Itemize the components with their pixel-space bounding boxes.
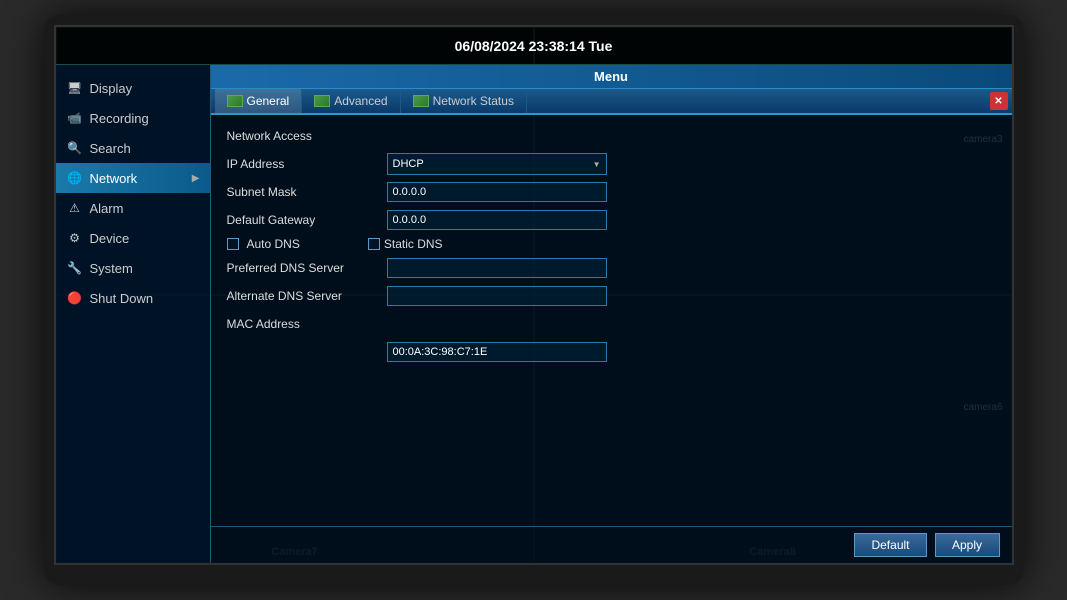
subnet-mask-label: Subnet Mask bbox=[227, 185, 387, 199]
menu-title: Menu bbox=[211, 65, 1012, 89]
tabs: General Advanced Network Status ✕ bbox=[211, 89, 1012, 115]
sidebar-label-search: Search bbox=[90, 141, 131, 156]
preferred-dns-row: Preferred DNS Server bbox=[227, 257, 996, 279]
static-dns-container: Static DNS bbox=[368, 237, 443, 251]
sidebar-label-display: Display bbox=[90, 81, 133, 96]
network-status-tab-label: Network Status bbox=[433, 94, 514, 108]
subnet-mask-input[interactable] bbox=[387, 182, 607, 202]
network-access-row: Network Access bbox=[227, 125, 996, 147]
tab-general[interactable]: General bbox=[215, 89, 303, 113]
alternate-dns-label: Alternate DNS Server bbox=[227, 289, 387, 303]
device-icon: ⚙ bbox=[66, 229, 84, 247]
form-area: Network Access IP Address DHCP ▼ bbox=[211, 115, 1012, 526]
ip-address-value: DHCP bbox=[393, 158, 424, 170]
default-button[interactable]: Default bbox=[854, 533, 926, 557]
tab-advanced[interactable]: Advanced bbox=[302, 89, 400, 113]
sidebar-item-alarm[interactable]: ⚠ Alarm bbox=[56, 193, 210, 223]
top-bar: 06/08/2024 23:38:14 Tue bbox=[56, 27, 1012, 65]
dns-row: Auto DNS Static DNS bbox=[227, 237, 996, 251]
general-tab-label: General bbox=[247, 94, 290, 108]
main-area: 🖥 Display 📹 Recording 🔍 Search 🌐 Network bbox=[56, 65, 1012, 563]
recording-icon: 📹 bbox=[66, 109, 84, 127]
search-icon: 🔍 bbox=[66, 139, 84, 157]
network-status-tab-icon bbox=[413, 95, 429, 107]
sidebar-item-recording[interactable]: 📹 Recording bbox=[56, 103, 210, 133]
content-area: Menu General Advanced Net bbox=[211, 65, 1012, 563]
sidebar-label-device: Device bbox=[90, 231, 130, 246]
sidebar-label-network: Network bbox=[90, 171, 138, 186]
display-icon: 🖥 bbox=[66, 79, 84, 97]
sidebar-item-search[interactable]: 🔍 Search bbox=[56, 133, 210, 163]
auto-dns-label: Auto DNS bbox=[247, 237, 300, 251]
monitor: camera3 Camera7 camera6 Camera8 06/08/20… bbox=[44, 15, 1024, 585]
shutdown-icon: 🔴 bbox=[66, 289, 84, 307]
mac-address-value-row bbox=[227, 341, 996, 363]
mac-address-input[interactable] bbox=[387, 342, 607, 362]
sidebar: 🖥 Display 📹 Recording 🔍 Search 🌐 Network bbox=[56, 65, 211, 563]
bottom-bar: Default Apply bbox=[211, 526, 1012, 563]
sidebar-label-system: System bbox=[90, 261, 133, 276]
ip-address-label: IP Address bbox=[227, 157, 387, 171]
datetime: 06/08/2024 23:38:14 Tue bbox=[455, 38, 613, 54]
system-icon: 🔧 bbox=[66, 259, 84, 277]
mac-address-label: MAC Address bbox=[227, 317, 387, 331]
ip-address-row: IP Address DHCP ▼ bbox=[227, 153, 996, 175]
preferred-dns-label: Preferred DNS Server bbox=[227, 261, 387, 275]
ip-address-select[interactable]: DHCP ▼ bbox=[387, 153, 607, 175]
sidebar-item-shutdown[interactable]: 🔴 Shut Down bbox=[56, 283, 210, 313]
network-icon: 🌐 bbox=[66, 169, 84, 187]
close-button[interactable]: ✕ bbox=[990, 92, 1008, 110]
advanced-tab-label: Advanced bbox=[334, 94, 387, 108]
default-gateway-label: Default Gateway bbox=[227, 213, 387, 227]
default-gateway-row: Default Gateway bbox=[227, 209, 996, 231]
static-dns-label: Static DNS bbox=[384, 237, 443, 251]
static-dns-checkbox[interactable] bbox=[368, 238, 380, 250]
sidebar-label-alarm: Alarm bbox=[90, 201, 124, 216]
preferred-dns-input[interactable] bbox=[387, 258, 607, 278]
sidebar-item-display[interactable]: 🖥 Display bbox=[56, 73, 210, 103]
network-access-label: Network Access bbox=[227, 129, 387, 143]
advanced-tab-icon bbox=[314, 95, 330, 107]
alternate-dns-row: Alternate DNS Server bbox=[227, 285, 996, 307]
general-tab-icon bbox=[227, 95, 243, 107]
default-gateway-input[interactable] bbox=[387, 210, 607, 230]
mac-address-row: MAC Address bbox=[227, 313, 996, 335]
sidebar-item-system[interactable]: 🔧 System bbox=[56, 253, 210, 283]
network-arrow-icon: ▶ bbox=[192, 173, 200, 184]
sidebar-item-device[interactable]: ⚙ Device bbox=[56, 223, 210, 253]
sidebar-label-shutdown: Shut Down bbox=[90, 291, 154, 306]
subnet-mask-row: Subnet Mask bbox=[227, 181, 996, 203]
screen: camera3 Camera7 camera6 Camera8 06/08/20… bbox=[54, 25, 1014, 565]
auto-dns-checkbox[interactable] bbox=[227, 238, 239, 250]
select-arrow-icon: ▼ bbox=[593, 160, 601, 169]
menu-overlay: 06/08/2024 23:38:14 Tue 🖥 Display 📹 Reco… bbox=[56, 27, 1012, 563]
alarm-icon: ⚠ bbox=[66, 199, 84, 217]
apply-button[interactable]: Apply bbox=[935, 533, 1000, 557]
sidebar-item-network[interactable]: 🌐 Network ▶ bbox=[56, 163, 210, 193]
sidebar-label-recording: Recording bbox=[90, 111, 149, 126]
tab-network-status[interactable]: Network Status bbox=[401, 89, 527, 113]
alternate-dns-input[interactable] bbox=[387, 286, 607, 306]
